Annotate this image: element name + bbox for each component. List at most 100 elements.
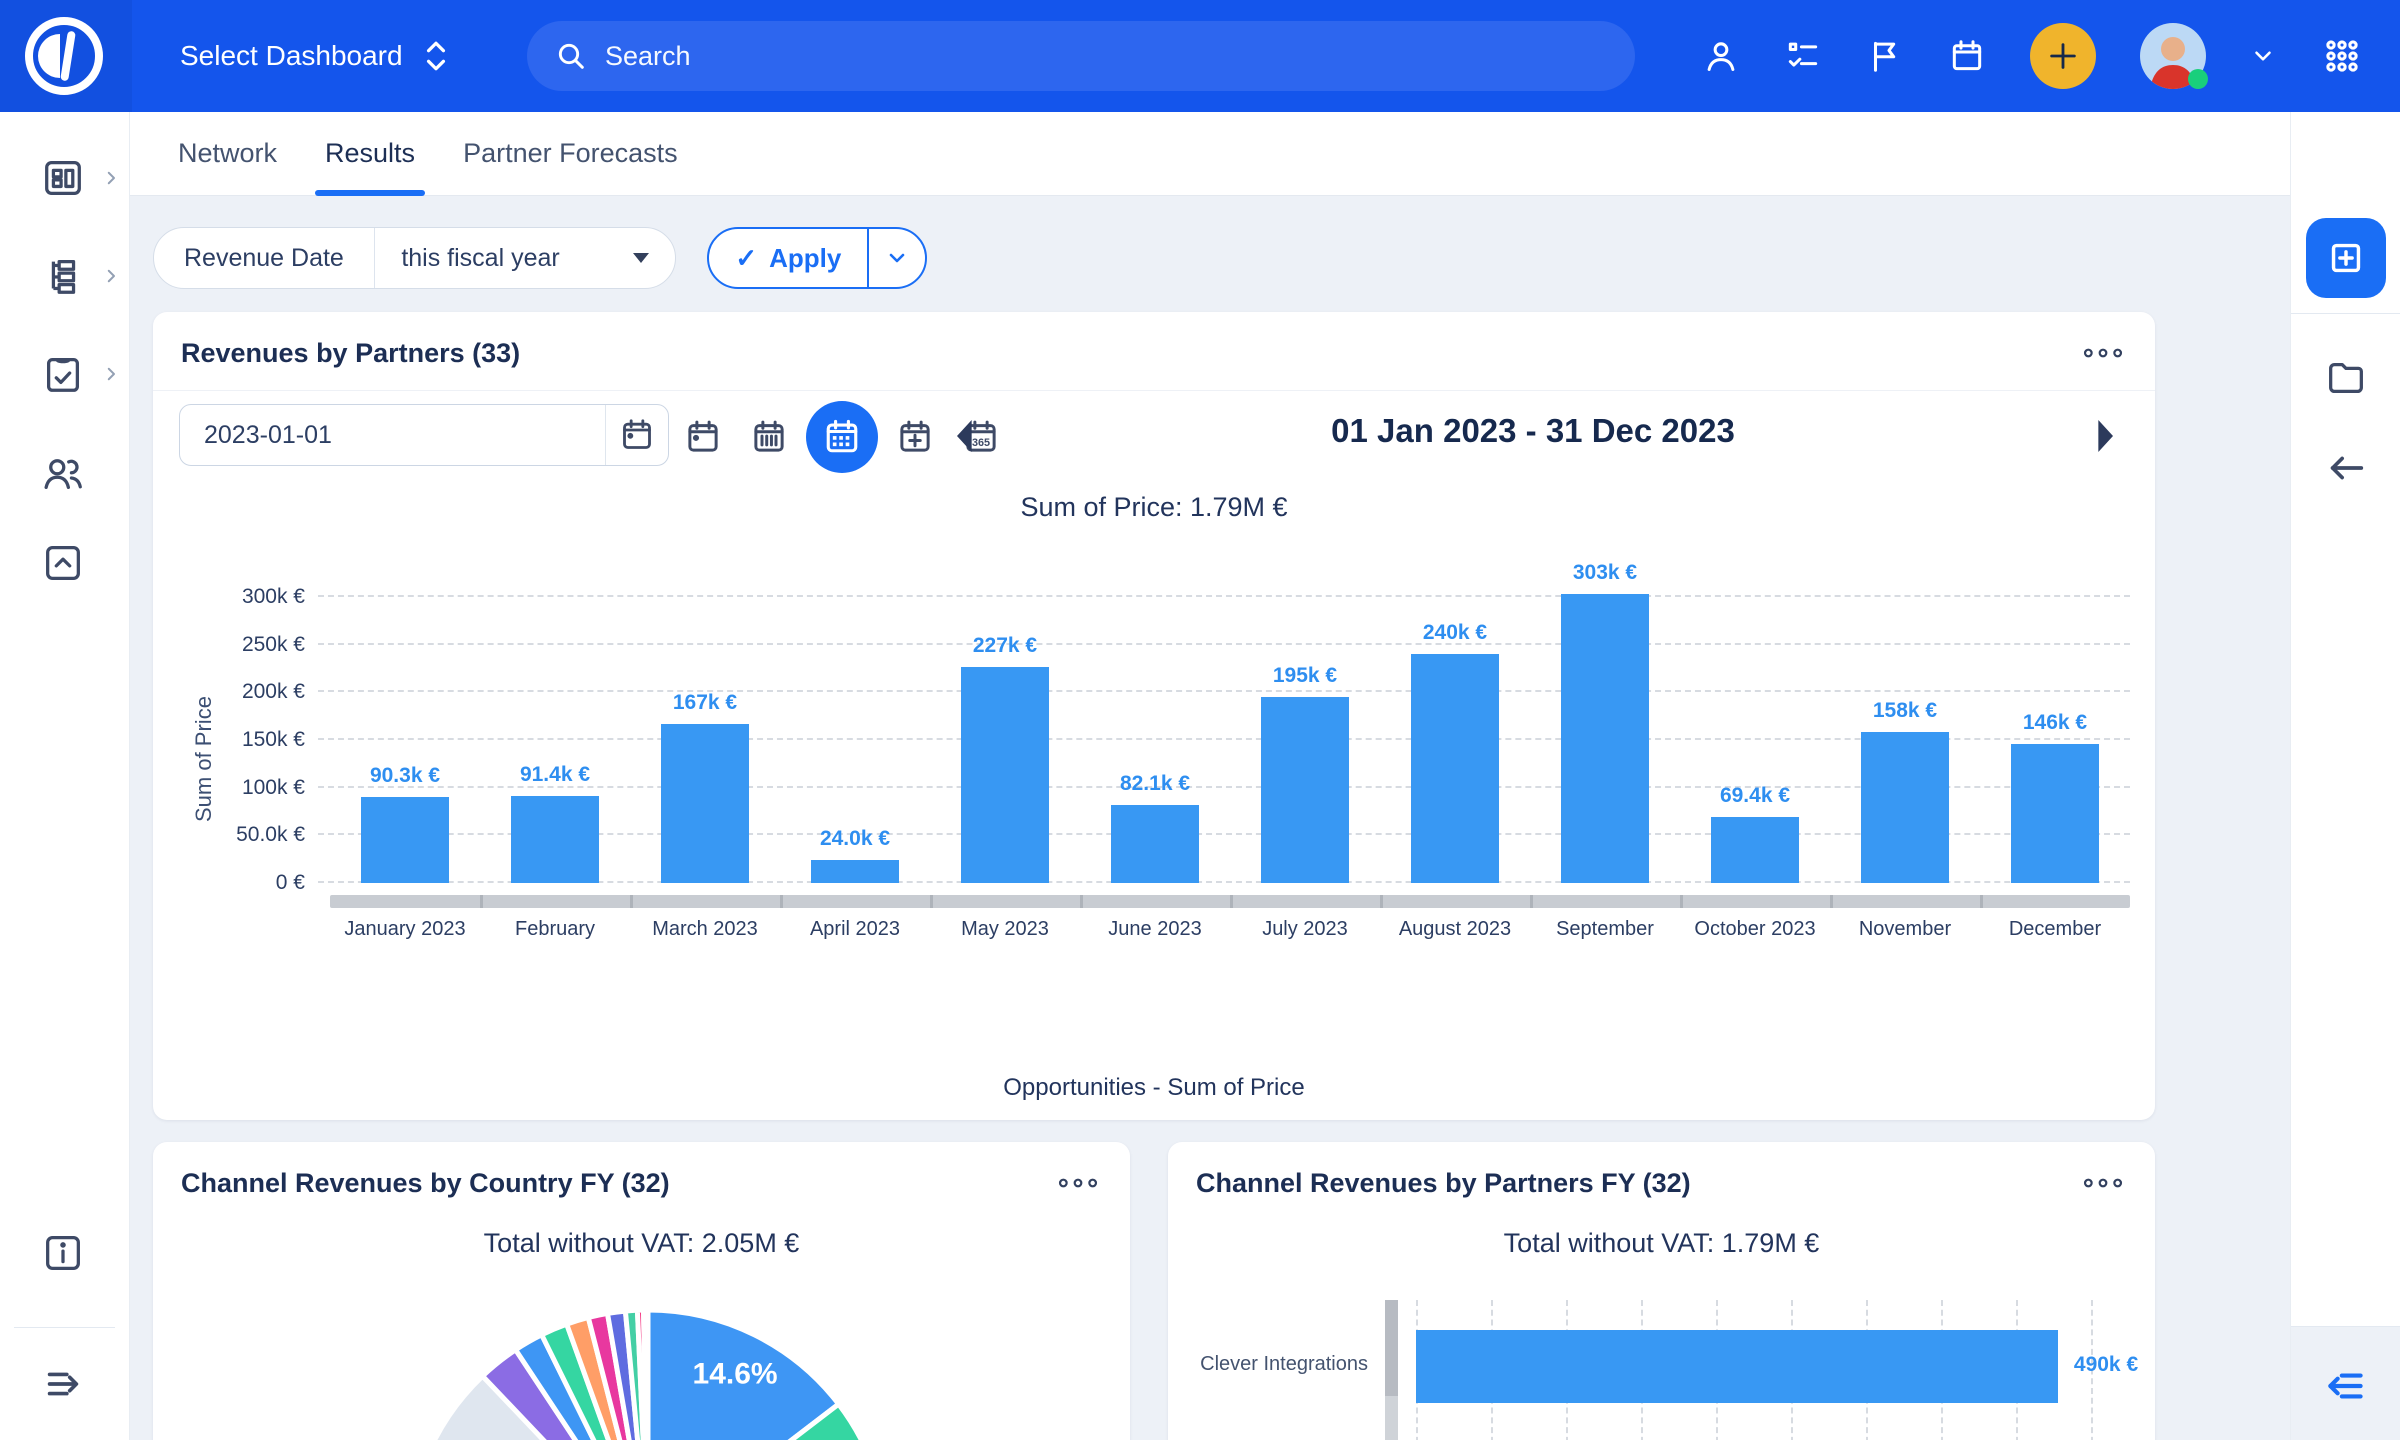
bar[interactable] — [2011, 744, 2099, 883]
sidebar-expand-dashboards-icon[interactable] — [102, 169, 120, 187]
bar[interactable] — [811, 860, 899, 883]
flags-icon[interactable] — [1866, 37, 1904, 75]
top-bar: Select Dashboard Search — [0, 0, 2400, 112]
chart-horizontal-scrollbar[interactable] — [330, 895, 2130, 908]
bar-value-label: 195k € — [1230, 664, 1380, 688]
widget-plus-icon — [2323, 235, 2369, 281]
chart-caption: Opportunities - Sum of Price — [153, 1074, 2155, 1102]
bar[interactable] — [511, 796, 599, 883]
sidebar-item-dashboards[interactable] — [40, 155, 86, 201]
bar-value-label: 240k € — [1380, 621, 1530, 645]
bar[interactable] — [1561, 594, 1649, 883]
y-tick-label: 200k € — [242, 680, 305, 704]
dashboard-selector-label: Select Dashboard — [180, 40, 403, 72]
filter-value-dropdown[interactable]: this fiscal year — [375, 244, 675, 273]
filter-value-label: this fiscal year — [401, 244, 559, 273]
account-chevron-down-icon[interactable] — [2250, 43, 2276, 69]
x-axis-label: March 2023 — [630, 918, 780, 941]
dashboard-selector[interactable]: Select Dashboard — [180, 0, 449, 112]
panel-revenues-by-partners: Revenues by Partners (33) 2023-01-01 — [153, 312, 2155, 1120]
period-range-label: 01 Jan 2023 - 31 Dec 2023 — [1331, 412, 1735, 450]
y-tick-label: 250k € — [242, 633, 305, 657]
folder-icon[interactable] — [2323, 355, 2369, 401]
apply-options-button[interactable] — [869, 229, 925, 287]
bar-value-label: 90.3k € — [330, 764, 480, 788]
sidebar-item-pipelines[interactable] — [40, 253, 86, 299]
view-month-button[interactable] — [806, 401, 878, 473]
sidebar-divider — [14, 1327, 115, 1328]
sidebar-expand-pipelines-icon[interactable] — [102, 267, 120, 285]
panel-menu-button[interactable] — [1056, 1172, 1100, 1194]
back-arrow-icon[interactable] — [2323, 445, 2369, 491]
sidebar-item-info[interactable] — [40, 1230, 86, 1276]
x-axis-label: December — [1980, 918, 2130, 941]
dashboard-tabs: Network Results Partner Forecasts — [130, 112, 2290, 196]
add-widget-button[interactable] — [2306, 218, 2386, 298]
right-sidebar — [2290, 112, 2400, 1440]
bar[interactable] — [661, 724, 749, 883]
top-bar-actions — [1702, 0, 2364, 112]
total-label: Total without VAT: 1.79M € — [1168, 1228, 2155, 1259]
bar[interactable] — [361, 797, 449, 883]
x-axis-label: July 2023 — [1230, 918, 1380, 941]
dashboard-content: Revenue Date this fiscal year ✓ Apply Re… — [130, 196, 2290, 1440]
contacts-icon[interactable] — [1702, 37, 1740, 75]
bar[interactable] — [1111, 805, 1199, 883]
tab-network[interactable]: Network — [178, 112, 277, 195]
collapse-panel-icon[interactable] — [2321, 1361, 2371, 1411]
chart-vertical-scrollbar[interactable] — [1385, 1300, 1398, 1440]
date-picker-button[interactable] — [606, 415, 668, 455]
view-quarter-button[interactable] — [886, 408, 944, 466]
gridline — [318, 643, 2130, 645]
view-week-button[interactable] — [740, 408, 798, 466]
sidebar-item-tasks[interactable] — [40, 351, 86, 397]
bar[interactable] — [961, 667, 1049, 883]
bar[interactable] — [1711, 817, 1799, 883]
y-tick-label: 100k € — [242, 776, 305, 800]
quick-add-button[interactable] — [2030, 23, 2096, 89]
activities-checklist-icon[interactable] — [1784, 37, 1822, 75]
panel-menu-button[interactable] — [2081, 342, 2125, 364]
panel-menu-button[interactable] — [2081, 1172, 2125, 1194]
scrollbar-handle[interactable] — [1385, 1300, 1398, 1396]
sidebar-item-contacts[interactable] — [40, 450, 86, 496]
sidebar-expand-arrow-icon[interactable] — [40, 1361, 86, 1407]
panel-divider — [153, 390, 2155, 391]
gridline — [318, 738, 2130, 740]
apps-grid-icon[interactable] — [2320, 34, 2364, 78]
user-avatar[interactable] — [2140, 23, 2206, 89]
x-axis-label: June 2023 — [1080, 918, 1230, 941]
date-input[interactable]: 2023-01-01 — [179, 404, 669, 466]
bar-value-label: 158k € — [1830, 699, 1980, 723]
tab-results[interactable]: Results — [325, 112, 415, 195]
search-placeholder: Search — [605, 41, 691, 72]
dropdown-caret-icon — [633, 253, 649, 263]
view-day-button[interactable] — [674, 408, 732, 466]
app-logo[interactable] — [22, 14, 106, 98]
filter-row: Revenue Date this fiscal year ✓ Apply — [153, 227, 927, 289]
scrollbar-divider — [1530, 895, 1533, 908]
bar-value-label: 490k € — [2074, 1353, 2138, 1377]
search-input[interactable]: Search — [527, 21, 1635, 91]
bar[interactable] — [1411, 654, 1499, 883]
tab-partner-forecasts[interactable]: Partner Forecasts — [463, 112, 678, 195]
bar[interactable] — [1861, 732, 1949, 883]
calendar-icon[interactable] — [1948, 37, 1986, 75]
previous-period-button[interactable] — [949, 416, 981, 456]
x-axis-label: August 2023 — [1380, 918, 1530, 941]
pie-slice-label: 14.6% — [693, 1358, 778, 1391]
bar[interactable] — [1416, 1330, 2058, 1403]
sidebar-expand-tasks-icon[interactable] — [102, 365, 120, 383]
x-axis-label: September — [1530, 918, 1680, 941]
y-axis-ticks: 0 €50.0k €100k €150k €200k €250k €300k € — [153, 597, 311, 883]
bar[interactable] — [1261, 697, 1349, 883]
sidebar-item-import[interactable] — [40, 540, 86, 586]
next-period-button[interactable] — [2089, 416, 2121, 456]
bar-value-label: 167k € — [630, 691, 780, 715]
y-tick-label: 150k € — [242, 728, 305, 752]
gridline — [318, 595, 2130, 597]
apply-button[interactable]: ✓ Apply — [709, 229, 869, 287]
dashboard-screen: Select Dashboard Search — [0, 0, 2400, 1440]
x-axis-label: October 2023 — [1680, 918, 1830, 941]
pie-slice[interactable] — [644, 1310, 649, 1440]
